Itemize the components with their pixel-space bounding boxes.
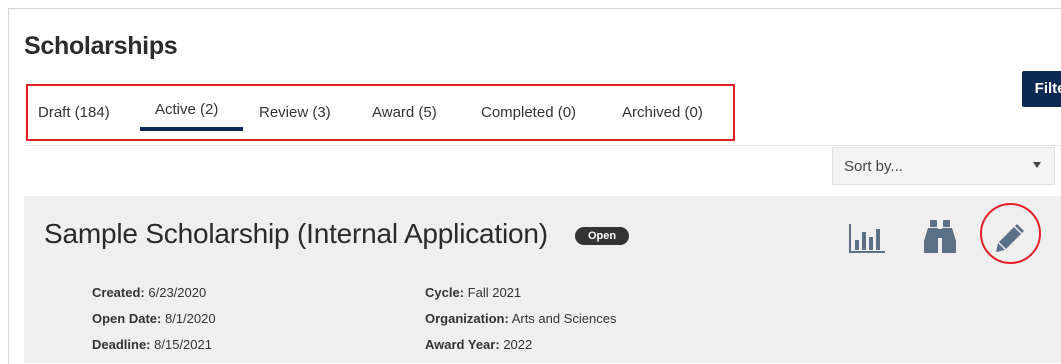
- chevron-down-icon: [1033, 162, 1041, 168]
- tab-review[interactable]: Review (3): [259, 104, 331, 121]
- award-year: Award Year: 2022: [425, 337, 533, 352]
- cycle: Cycle: Fall 2021: [425, 285, 522, 300]
- binoculars-icon[interactable]: [923, 219, 957, 255]
- sort-select-value: Sort by...: [844, 158, 903, 175]
- active-tab-indicator: [140, 127, 243, 131]
- created-date: Created: 6/23/2020: [92, 285, 207, 300]
- status-badge: Open: [575, 227, 629, 245]
- tab-draft[interactable]: Draft (184): [38, 104, 110, 121]
- deadline-date: Deadline: 8/15/2021: [92, 337, 212, 352]
- organization: Organization: Arts and Sciences: [425, 311, 617, 326]
- filter-button[interactable]: Filter: [1022, 71, 1061, 107]
- sort-select[interactable]: Sort by...: [832, 147, 1055, 185]
- tab-active[interactable]: Active (2): [155, 101, 218, 118]
- tab-award[interactable]: Award (5): [372, 104, 437, 121]
- tabs-divider: [26, 145, 1061, 146]
- page-title: Scholarships: [24, 32, 178, 60]
- edit-highlight-annotation: [980, 203, 1041, 264]
- bar-chart-icon[interactable]: [848, 224, 886, 254]
- scholarship-title[interactable]: Sample Scholarship (Internal Application…: [44, 218, 548, 250]
- tab-completed[interactable]: Completed (0): [481, 104, 576, 121]
- tab-archived[interactable]: Archived (0): [622, 104, 703, 121]
- open-date: Open Date: 8/1/2020: [92, 311, 216, 326]
